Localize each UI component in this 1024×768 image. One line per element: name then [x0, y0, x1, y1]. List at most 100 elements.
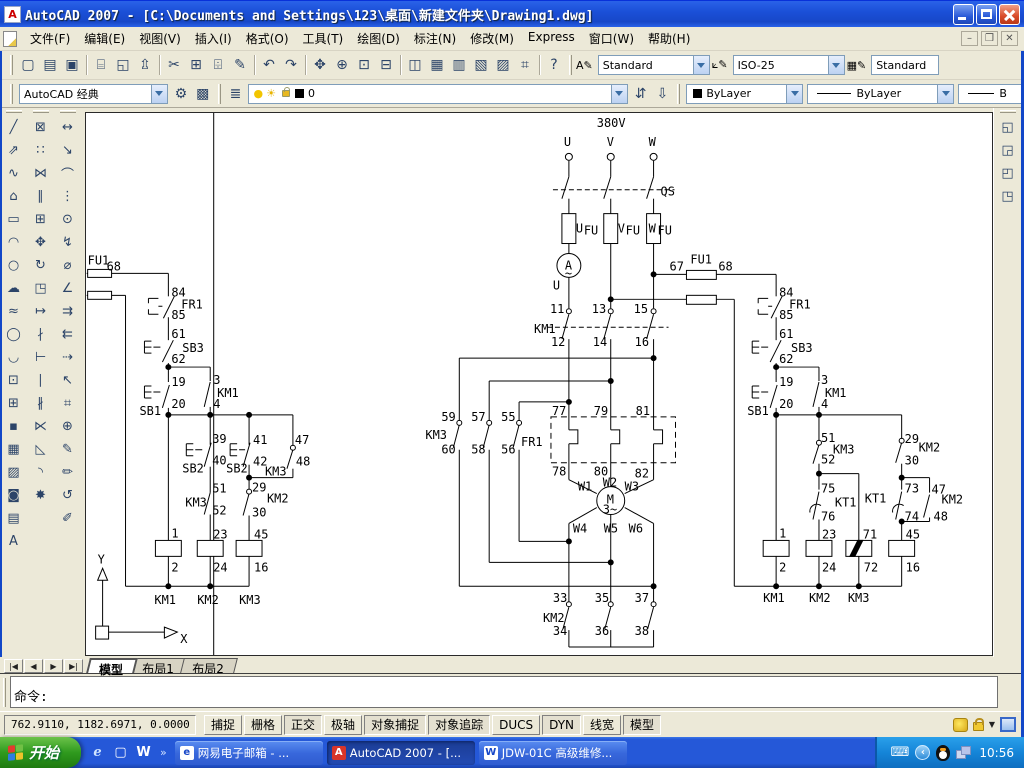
toolbar-grip[interactable] [569, 55, 572, 75]
status-toggle-捕捉[interactable]: 捕捉 [204, 715, 242, 735]
tab-nav-button-1[interactable]: ◀ [24, 659, 43, 673]
region-icon[interactable]: ◙ [2, 484, 26, 507]
color-combo[interactable]: ByLayer [686, 84, 803, 104]
tab-布局1[interactable]: 布局1 [130, 658, 187, 673]
dim-update-icon[interactable]: ↺ [56, 484, 80, 507]
status-toggle-DYN[interactable]: DYN [542, 715, 581, 735]
cut-icon[interactable]: ✂ [163, 54, 185, 76]
chevron-down-icon[interactable] [693, 56, 709, 74]
break-icon[interactable]: ∦ [29, 392, 53, 415]
chevron-down-icon[interactable] [611, 85, 627, 103]
hatch-icon[interactable]: ▦ [2, 438, 26, 461]
publish-icon[interactable]: ⇫ [134, 54, 156, 76]
word-icon[interactable]: W [135, 744, 152, 761]
zoom-realtime-icon[interactable]: ⊕ [331, 54, 353, 76]
menu-item-文件(F)[interactable]: 文件(F) [23, 27, 77, 50]
dim-style-icon[interactable]: ✐ [56, 507, 80, 530]
bring-to-front-icon[interactable]: ◱ [996, 116, 1020, 139]
task-button-JDW-01C 高级维修...[interactable]: WJDW-01C 高级维修... [479, 741, 627, 765]
help-icon[interactable]: ? [543, 54, 565, 76]
designcenter-icon[interactable]: ▦ [426, 54, 448, 76]
dim-linear-icon[interactable]: ↔ [56, 116, 80, 139]
menu-item-帮助(H)[interactable]: 帮助(H) [641, 27, 697, 50]
pan-icon[interactable]: ✥ [309, 54, 331, 76]
array-icon[interactable]: ⊞ [29, 208, 53, 231]
table-style-combo[interactable]: Standard [871, 55, 939, 75]
gradient-icon[interactable]: ▨ [2, 461, 26, 484]
tool-palettes-icon[interactable]: ▥ [448, 54, 470, 76]
rectangle-icon[interactable]: ▭ [2, 208, 26, 231]
dim-jogged-icon[interactable]: ↯ [56, 231, 80, 254]
chevron-down-icon[interactable] [828, 56, 844, 74]
qq-tray-icon[interactable] [936, 745, 950, 761]
status-menu-caret-icon[interactable]: ▼ [989, 720, 995, 729]
ellipse-icon[interactable]: ◯ [2, 323, 26, 346]
toolbar-grip[interactable] [10, 84, 13, 104]
coordinate-readout[interactable]: 762.9110, 1182.6971, 0.0000 [4, 715, 196, 735]
command-window[interactable]: 命令: [0, 673, 1024, 711]
mtext-icon[interactable]: A [2, 530, 26, 553]
send-to-back-icon[interactable]: ◲ [996, 139, 1020, 162]
toolbar-grip[interactable] [677, 84, 680, 104]
plot-icon[interactable]: ⌸ [90, 54, 112, 76]
network-tray-icon[interactable] [956, 746, 971, 759]
menu-item-窗口(W)[interactable]: 窗口(W) [582, 27, 641, 50]
text-style-combo[interactable]: Standard [598, 55, 710, 75]
save-icon[interactable]: ▣ [61, 54, 83, 76]
polygon-icon[interactable]: ⌂ [2, 185, 26, 208]
command-window-grip[interactable] [3, 678, 6, 707]
send-under-icon[interactable]: ◳ [996, 185, 1020, 208]
hide-icons-button[interactable]: ‹ [915, 745, 930, 760]
layer-on-icon[interactable]: ● [253, 87, 263, 100]
command-input-area[interactable]: 命令: [10, 676, 998, 708]
menu-item-Express[interactable]: Express [521, 27, 582, 50]
revcloud-icon[interactable]: ☁ [2, 277, 26, 300]
chevron-down-icon[interactable] [937, 85, 953, 103]
match-properties-icon[interactable]: ✎ [229, 54, 251, 76]
offset-icon[interactable]: ∥ [29, 185, 53, 208]
fillet-icon[interactable]: ◝ [29, 461, 53, 484]
join-icon[interactable]: ⋉ [29, 415, 53, 438]
polyline-icon[interactable]: ∿ [2, 162, 26, 185]
tab-模型[interactable]: 模型 [86, 658, 138, 673]
plot-preview-icon[interactable]: ◱ [112, 54, 134, 76]
ie-icon[interactable]: e [89, 744, 106, 761]
make-layer-current-icon[interactable]: ⇩ [651, 83, 673, 105]
quick-dimension-icon[interactable]: ⇉ [56, 300, 80, 323]
status-toggle-线宽[interactable]: 线宽 [583, 715, 621, 735]
tab-nav-button-3[interactable]: ▶| [64, 659, 83, 673]
toolbar-lock-icon[interactable] [973, 722, 984, 731]
doc-close-button[interactable]: ✕ [1001, 31, 1018, 46]
dim-arc-length-icon[interactable]: ⌒ [56, 162, 80, 185]
quick-launch-chevron-icon[interactable]: » [160, 746, 167, 759]
layer-freeze-icon[interactable]: ☀ [266, 87, 276, 100]
tolerance-icon[interactable]: ⌗ [56, 392, 80, 415]
tab-布局2[interactable]: 布局2 [180, 658, 237, 673]
center-mark-icon[interactable]: ⊕ [56, 415, 80, 438]
paste-icon[interactable]: ⌹ [207, 54, 229, 76]
menu-item-修改(M)[interactable]: 修改(M) [463, 27, 521, 50]
layer-combo[interactable]: ● ☀ 0 [248, 84, 627, 104]
sheetset-manager-icon[interactable]: ▧ [470, 54, 492, 76]
close-button[interactable] [999, 4, 1020, 25]
workspace-save-icon[interactable]: ▩ [192, 83, 214, 105]
menu-item-插入(I)[interactable]: 插入(I) [188, 27, 239, 50]
drawing-canvas[interactable]: 380VUVWQSUFUVFUWFUA~U67FU168111315KM1121… [85, 112, 993, 656]
linetype-combo[interactable]: ByLayer [807, 84, 954, 104]
stretch-icon[interactable]: ↦ [29, 300, 53, 323]
dim-edit-icon[interactable]: ✎ [56, 438, 80, 461]
markup-manager-icon[interactable]: ▨ [492, 54, 514, 76]
new-icon[interactable]: ▢ [17, 54, 39, 76]
mirror-icon[interactable]: ⋈ [29, 162, 53, 185]
tab-nav-button-0[interactable]: |◀ [4, 659, 23, 673]
dim-style-combo[interactable]: ISO-25 [733, 55, 845, 75]
scale-icon[interactable]: ◳ [29, 277, 53, 300]
menu-item-视图(V)[interactable]: 视图(V) [132, 27, 188, 50]
taskbar-clock[interactable]: 10:56 [977, 746, 1014, 760]
menu-item-标注(N)[interactable]: 标注(N) [407, 27, 463, 50]
trim-icon[interactable]: ∤ [29, 323, 53, 346]
erase-icon[interactable]: ⊠ [29, 116, 53, 139]
zoom-previous-icon[interactable]: ⊟ [375, 54, 397, 76]
insert-block-icon[interactable]: ⊡ [2, 369, 26, 392]
dim-aligned-icon[interactable]: ↘ [56, 139, 80, 162]
